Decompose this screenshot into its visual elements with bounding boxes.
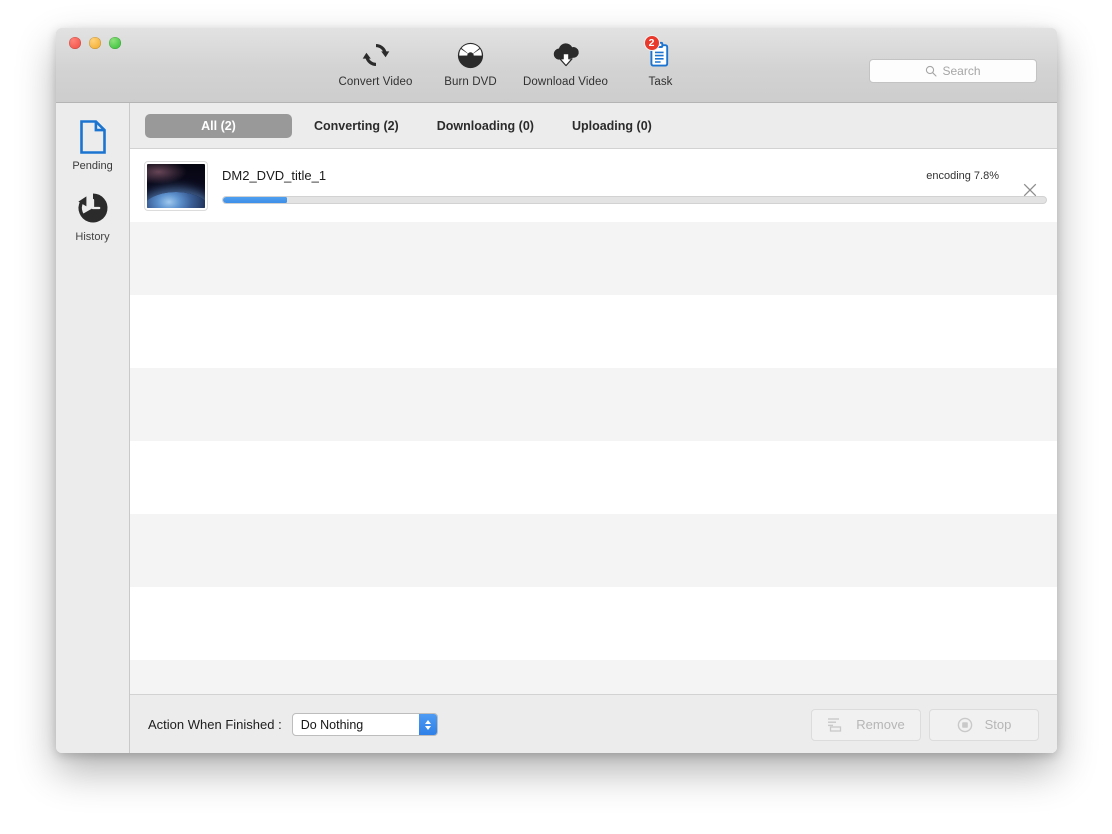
earth-from-space-thumbnail (144, 160, 208, 211)
task-badge: 2 (643, 35, 660, 51)
toolbar-item-convert-video[interactable]: Convert Video (328, 36, 423, 88)
footer-bar: Action When Finished : Do Nothing Remove… (130, 694, 1057, 753)
remove-list-icon (827, 717, 844, 732)
sidebar-item-history[interactable]: History (56, 188, 129, 243)
remove-button[interactable]: Remove (811, 708, 921, 741)
toolbar-item-burn-dvd[interactable]: Burn DVD (423, 36, 518, 88)
task-icon: 2 (643, 35, 674, 70)
list-item (130, 222, 1057, 295)
tab-downloading[interactable]: Downloading (0) (421, 114, 550, 138)
tab-uploading[interactable]: Uploading (0) (556, 114, 668, 138)
maximize-window-button[interactable] (109, 37, 121, 49)
toolbar: Convert Video Burn DVD Download Video 2 … (56, 28, 1057, 103)
footer-buttons: Remove Stop (811, 708, 1039, 741)
toolbar-item-download-video[interactable]: Download Video (518, 36, 613, 88)
tab-all[interactable]: All (2) (145, 113, 292, 138)
list-item (130, 660, 1057, 694)
list-item (130, 295, 1057, 368)
tab-bar: All (2) Converting (2) Downloading (0) U… (130, 103, 1057, 149)
toolbar-item-task[interactable]: 2 Task (613, 35, 708, 88)
search-icon (925, 65, 938, 77)
sidebar-item-pending[interactable]: Pending (56, 117, 129, 172)
chevron-updown-icon[interactable] (418, 714, 437, 735)
minimize-window-button[interactable] (89, 37, 101, 49)
task-title: DM2_DVD_title_1 (222, 167, 327, 183)
close-icon[interactable] (1021, 181, 1039, 199)
stop-icon (957, 717, 973, 733)
action-when-finished-label: Action When Finished : (148, 717, 282, 732)
close-window-button[interactable] (69, 37, 81, 49)
app-window: Convert Video Burn DVD Download Video 2 … (56, 28, 1057, 753)
document-icon (78, 117, 108, 157)
toolbar-item-label: Download Video (523, 76, 608, 88)
list-item (130, 587, 1057, 660)
sidebar-item-label: History (75, 231, 110, 243)
toolbar-items: Convert Video Burn DVD Download Video 2 … (328, 35, 708, 88)
remove-button-label: Remove (856, 717, 905, 732)
clock-history-icon (77, 188, 109, 228)
sidebar-item-label: Pending (72, 160, 113, 172)
progress-bar-fill (223, 196, 288, 203)
list-item (130, 368, 1057, 441)
progress-bar (222, 195, 1047, 204)
tab-converting[interactable]: Converting (2) (298, 114, 415, 138)
toolbar-item-label: Convert Video (338, 76, 413, 88)
list-item (130, 441, 1057, 514)
stop-button-label: Stop (984, 717, 1012, 732)
action-when-finished-value: Do Nothing (300, 717, 364, 732)
body-area: Pending History All (2) Converting (2) D… (56, 103, 1057, 753)
task-list[interactable]: DM2_DVD_title_1 encoding 7.8% (130, 149, 1057, 694)
action-when-finished-select[interactable]: Do Nothing (291, 713, 438, 736)
table-row[interactable]: DM2_DVD_title_1 encoding 7.8% (130, 149, 1057, 222)
search-input[interactable]: Search (869, 59, 1037, 83)
sidebar: Pending History (56, 103, 130, 753)
burn-dvd-icon (457, 40, 484, 70)
search-placeholder: Search (942, 64, 981, 78)
toolbar-item-label: Task (648, 76, 673, 88)
main-panel: All (2) Converting (2) Downloading (0) U… (130, 103, 1057, 753)
traffic-lights (69, 37, 121, 49)
toolbar-item-label: Burn DVD (444, 76, 497, 88)
download-video-icon (550, 40, 582, 70)
task-status: encoding 7.8% (926, 170, 999, 182)
list-item (130, 514, 1057, 587)
stop-button[interactable]: Stop (929, 708, 1039, 741)
convert-video-icon (362, 40, 390, 70)
task-info: DM2_DVD_title_1 (222, 164, 1047, 208)
